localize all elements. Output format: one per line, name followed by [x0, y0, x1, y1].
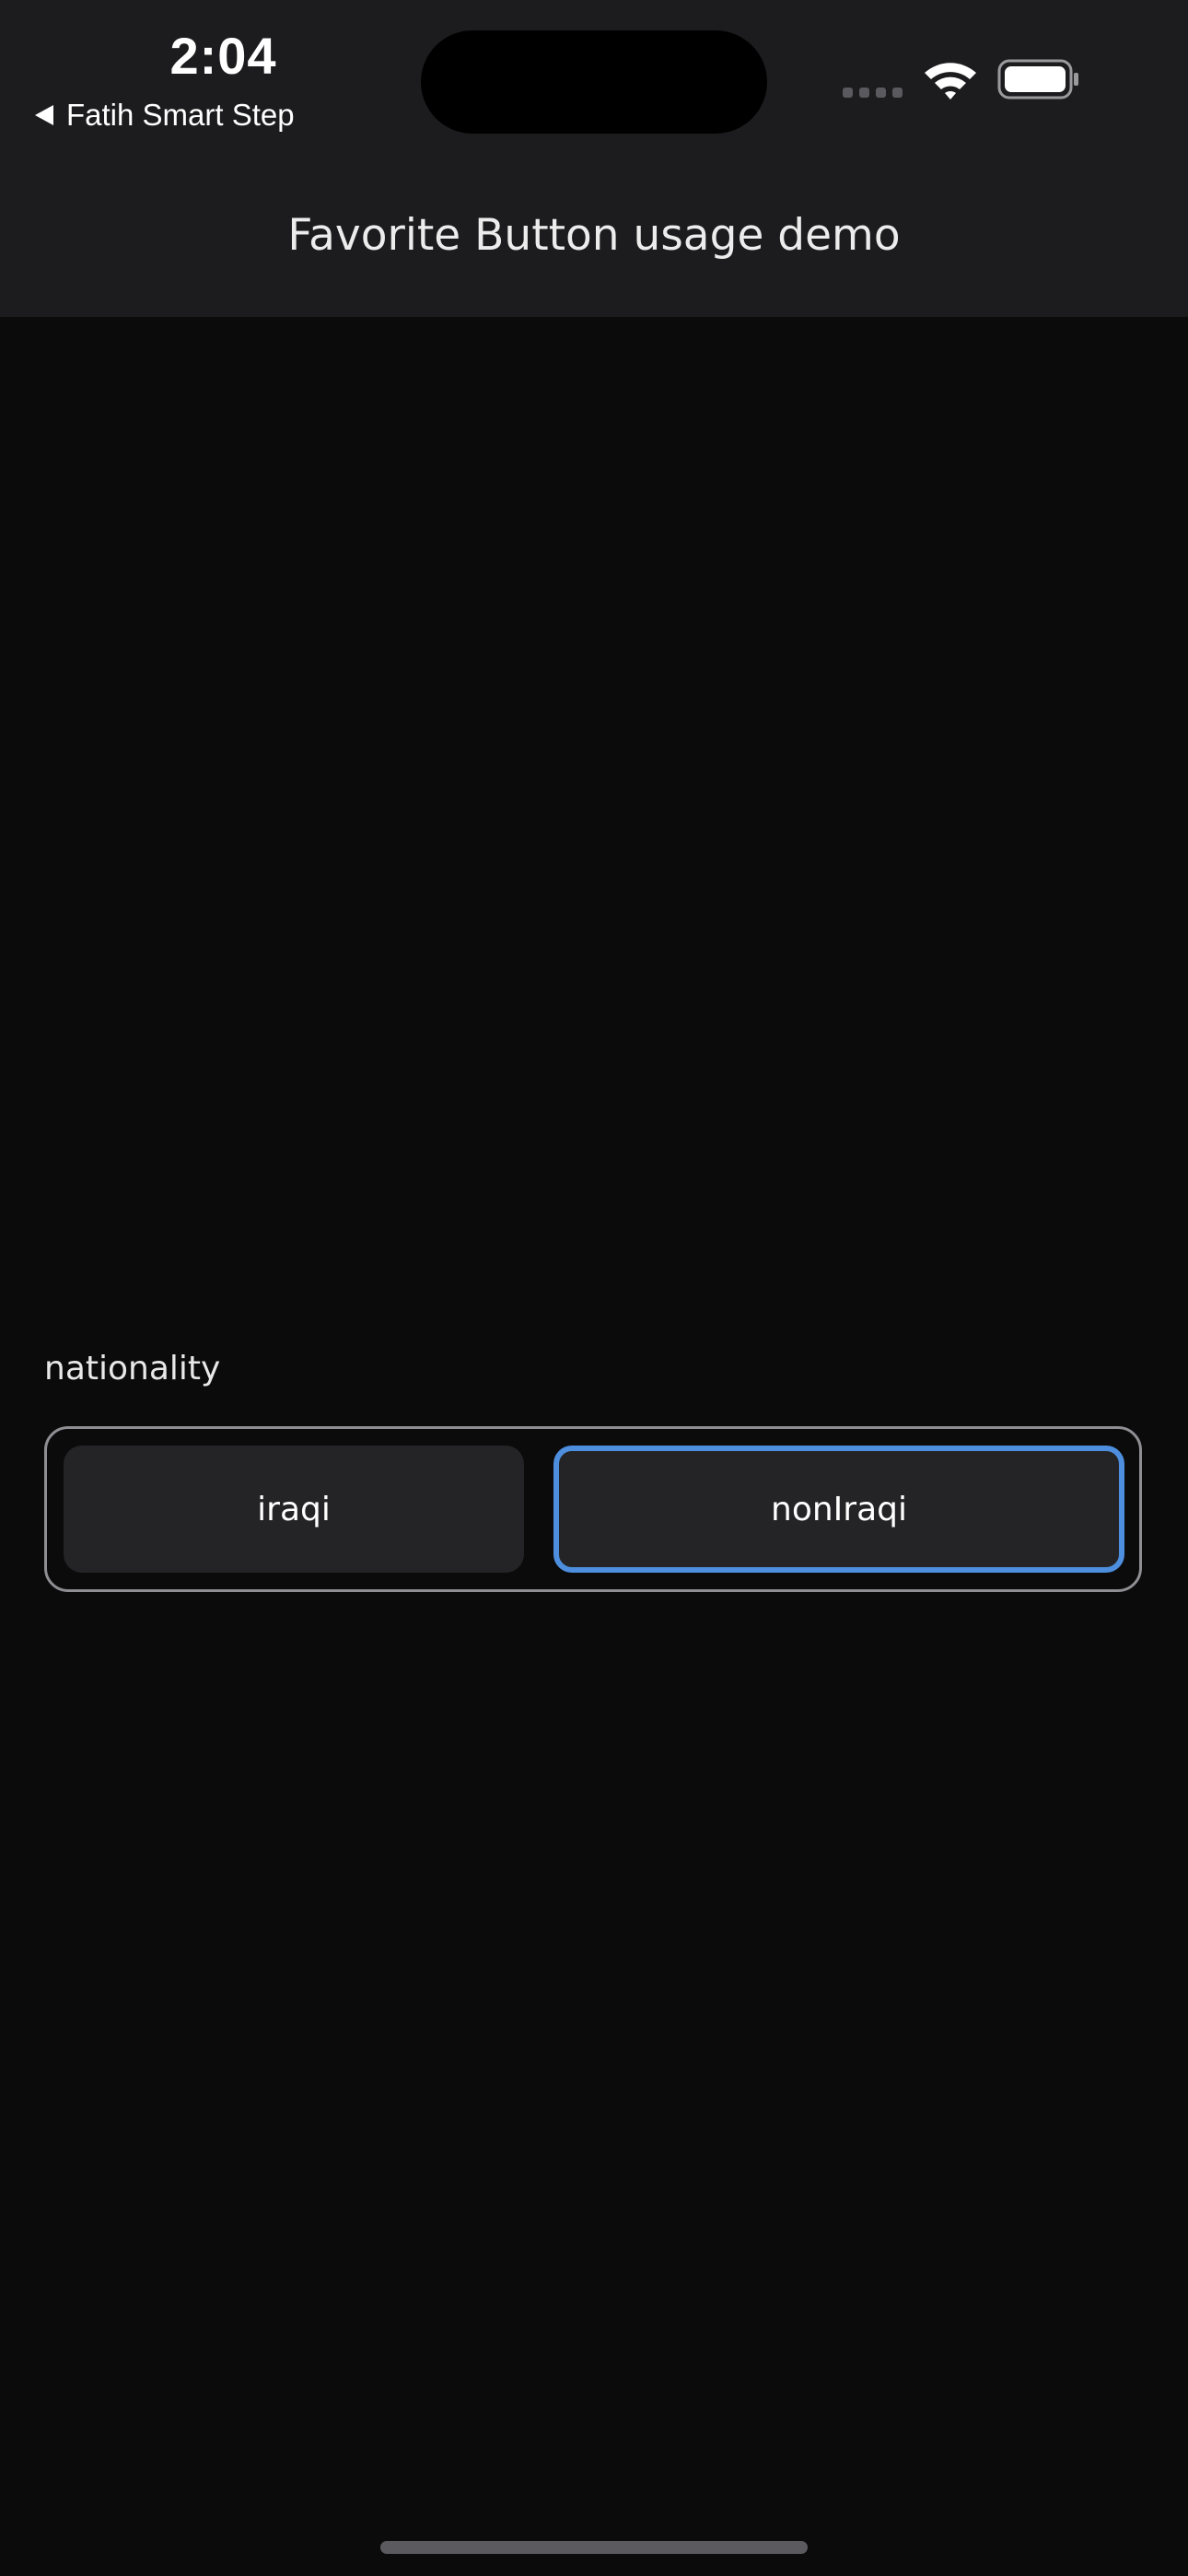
battery-icon [997, 59, 1078, 100]
back-label: Fatih Smart Step [66, 98, 295, 132]
back-to-app-link[interactable]: Fatih Smart Step [35, 92, 295, 138]
wifi-icon [925, 63, 976, 100]
cellular-signal-icon [843, 88, 903, 98]
status-time: 2:04 [169, 27, 277, 85]
page-title: Favorite Button usage demo [287, 210, 901, 261]
option-iraqi-button[interactable]: iraqi [64, 1446, 524, 1573]
app-screen: 2:04 Fatih Smart Step Favorite Button us… [0, 0, 1188, 2576]
back-arrow-icon [35, 105, 53, 125]
home-indicator[interactable] [380, 2541, 808, 2554]
nationality-selector: iraqi nonIraqi [44, 1426, 1142, 1592]
nationality-label: nationality [44, 1350, 221, 1388]
option-noniraqi-button[interactable]: nonIraqi [553, 1446, 1124, 1573]
dynamic-island [421, 30, 767, 134]
top-bar: 2:04 Fatih Smart Step Favorite Button us… [0, 0, 1188, 317]
